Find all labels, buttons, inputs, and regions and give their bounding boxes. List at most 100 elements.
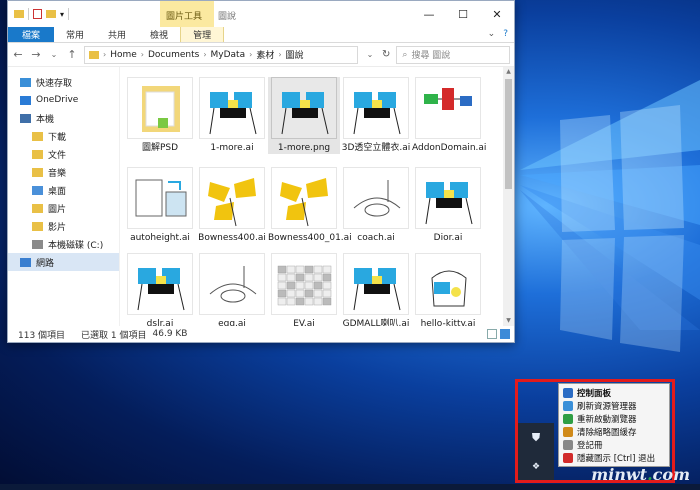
tray-context-menu: 控制面板 刷新資源管理器 重新啟動瀏覽器清除縮略圖緩存 登記冊 隱藏圖示 [Ctrl] …	[558, 383, 670, 467]
file-item[interactable]: Bowness400.ai	[196, 167, 268, 244]
download-folder-icon	[32, 131, 43, 141]
scroll-thumb[interactable]	[505, 79, 512, 189]
file-thumbnail	[199, 167, 265, 229]
nav-item[interactable]: 下載	[8, 127, 119, 145]
file-name: 3D透空立體衣.ai	[341, 143, 411, 153]
menu-item-icon	[563, 413, 573, 424]
nav-item[interactable]: 圖片	[8, 199, 119, 217]
file-thumbnail	[127, 167, 193, 229]
tab-file[interactable]: 檔案	[8, 27, 55, 42]
file-item[interactable]: 圖解PSD	[124, 77, 196, 154]
file-item[interactable]: hello-kitty.ai	[412, 253, 484, 326]
tab-manage[interactable]: 管理	[180, 27, 225, 42]
properties-icon[interactable]	[33, 9, 42, 19]
file-item[interactable]: GDMALL喇叭.ai	[340, 253, 412, 326]
file-item[interactable]: EV.ai	[268, 253, 340, 326]
tab-home[interactable]: 常用	[54, 27, 96, 42]
file-item[interactable]: 1-more.ai	[196, 77, 268, 154]
nav-item[interactable]: 快速存取	[8, 73, 119, 91]
tab-share[interactable]: 共用	[96, 27, 138, 42]
scroll-down-icon[interactable]: ▼	[503, 316, 514, 326]
search-icon: ⌕	[402, 49, 408, 60]
quick-access-toolbar: ▾	[8, 8, 70, 20]
file-item[interactable]: autoheight.ai	[124, 167, 196, 244]
large-icons-view-icon[interactable]	[500, 329, 510, 339]
file-item[interactable]: AddonDomain.ai	[412, 77, 486, 154]
nav-item[interactable]: 網路	[8, 253, 119, 271]
menu-item-icon	[563, 439, 573, 450]
breadcrumb-home[interactable]: Home	[110, 50, 137, 60]
selection-size: 46.9 KB	[152, 329, 188, 339]
music-folder-icon	[32, 167, 43, 177]
menu-item[interactable]: 清除縮略圖緩存	[559, 425, 669, 438]
nav-item[interactable]: 桌面	[8, 181, 119, 199]
file-name: Bowness400_01.ai	[268, 233, 352, 243]
chevron-down-icon[interactable]: ⌄	[48, 50, 60, 59]
up-arrow-icon[interactable]: ↑	[66, 48, 78, 61]
nav-item-label: 本機磁碟 (C:)	[48, 240, 104, 251]
nav-item-label: 影片	[48, 222, 67, 233]
nav-item[interactable]: 音樂	[8, 163, 119, 181]
refresh-icon[interactable]: ↻	[382, 49, 390, 60]
menu-item[interactable]: 控制面板	[559, 386, 669, 399]
file-explorer-window: ▾ 圖片工具 圖說 — ☐ ✕ 檔案 常用 共用 檢視 管理 ⌄ ? ← → ⌄…	[7, 0, 515, 343]
chevron-down-icon[interactable]: ▾	[60, 10, 64, 19]
chevron-down-icon[interactable]: ⌄	[364, 50, 376, 59]
tab-view[interactable]: 檢視	[138, 27, 180, 42]
menu-item-label: 清除縮略圖緩存	[577, 427, 637, 438]
address-bar[interactable]: › Home › Documents › MyData › 素材 › 圖說	[84, 45, 358, 64]
nav-item-label: 本機	[36, 114, 55, 125]
menu-item[interactable]: 重新啟動瀏覽器	[559, 412, 669, 425]
title-bar[interactable]: ▾ 圖片工具 圖說 — ☐ ✕	[8, 1, 514, 27]
maximize-button[interactable]: ☐	[446, 1, 480, 27]
dropbox-icon[interactable]: ❖	[532, 462, 540, 472]
menu-item[interactable]: 刷新資源管理器	[559, 399, 669, 412]
nav-item-label: 下載	[48, 132, 67, 143]
expand-ribbon-icon[interactable]: ⌄	[488, 29, 496, 39]
file-item[interactable]: 3D透空立體衣.ai	[340, 77, 412, 154]
file-thumbnail	[271, 77, 337, 139]
scroll-up-icon[interactable]: ▲	[503, 67, 514, 77]
file-thumbnail	[271, 253, 337, 315]
nav-item-label: 文件	[48, 150, 67, 161]
view-switcher	[487, 329, 510, 339]
nav-item-label: 圖片	[48, 204, 67, 215]
file-item[interactable]: Dior.ai	[412, 167, 484, 244]
folder-thumbnail	[127, 77, 193, 139]
file-item[interactable]: egg.ai	[196, 253, 268, 326]
nav-item-label: 桌面	[48, 186, 67, 197]
file-item[interactable]: 1-more.png	[268, 77, 340, 154]
breadcrumb-documents[interactable]: Documents	[148, 50, 199, 60]
forward-arrow-icon[interactable]: →	[30, 48, 42, 61]
documents-folder-icon	[32, 149, 43, 159]
menu-item[interactable]: 登記冊	[559, 438, 669, 451]
back-arrow-icon[interactable]: ←	[12, 48, 24, 61]
nav-item[interactable]: OneDrive	[8, 91, 119, 109]
nav-item[interactable]: 本機磁碟 (C:)	[8, 235, 119, 253]
shield-icon[interactable]: ⛊	[532, 431, 540, 445]
nav-item[interactable]: 本機	[8, 109, 119, 127]
file-name: autoheight.ai	[130, 233, 190, 243]
file-name: EV.ai	[293, 319, 315, 326]
menu-item[interactable]: 隱藏圖示 [Ctrl] 退出	[559, 451, 669, 464]
breadcrumb-material[interactable]: 素材	[256, 48, 274, 61]
breadcrumb-current[interactable]: 圖說	[286, 48, 304, 61]
nav-item-label: 音樂	[48, 168, 67, 179]
search-box[interactable]: ⌕ 搜尋 圖說	[396, 45, 510, 64]
drive-icon	[32, 239, 43, 249]
nav-item[interactable]: 影片	[8, 217, 119, 235]
details-view-icon[interactable]	[487, 329, 497, 339]
breadcrumb-mydata[interactable]: MyData	[211, 50, 246, 60]
file-item[interactable]: Bowness400_01.ai	[268, 167, 352, 244]
vertical-scrollbar[interactable]: ▲ ▼	[503, 67, 514, 326]
cloud-icon	[20, 95, 31, 105]
help-button[interactable]: ?	[503, 29, 508, 39]
nav-item[interactable]: 文件	[8, 145, 119, 163]
file-item[interactable]: dslr.ai	[124, 253, 196, 326]
new-folder-icon[interactable]	[46, 10, 56, 18]
file-item[interactable]: coach.ai	[340, 167, 412, 244]
minimize-button[interactable]: —	[412, 1, 446, 27]
ribbon-right-controls: ⌄ ?	[488, 29, 508, 39]
menu-item-label: 控制面板	[577, 388, 612, 399]
close-button[interactable]: ✕	[480, 1, 514, 27]
